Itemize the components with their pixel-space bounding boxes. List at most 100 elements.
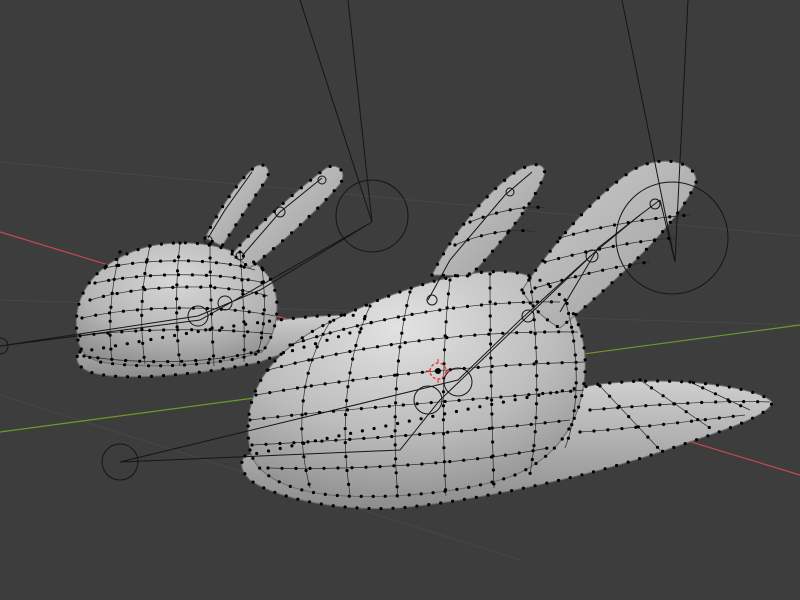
mesh-vertex[interactable] — [268, 356, 272, 360]
mesh-vertex[interactable] — [242, 176, 246, 180]
mesh-vertex[interactable] — [466, 238, 470, 242]
mesh-vertex[interactable] — [249, 351, 253, 355]
mesh-vertex[interactable] — [579, 213, 584, 217]
mesh-vertex[interactable] — [263, 346, 267, 350]
mesh-vertex[interactable] — [180, 359, 184, 363]
mesh-vertex[interactable] — [227, 195, 231, 199]
mesh-vertex[interactable] — [282, 388, 286, 392]
mesh-vertex[interactable] — [209, 284, 213, 288]
mesh-vertex[interactable] — [279, 364, 284, 369]
mesh-vertex[interactable] — [221, 356, 226, 360]
mesh-vertex[interactable] — [533, 332, 537, 336]
mesh-vertex[interactable] — [549, 391, 553, 395]
mesh-vertex[interactable] — [200, 259, 205, 264]
mesh-vertex[interactable] — [567, 311, 571, 316]
mesh-vertex[interactable] — [113, 344, 118, 348]
mesh-vertex[interactable] — [706, 434, 710, 438]
mesh-vertex[interactable] — [513, 473, 517, 477]
mesh-vertex[interactable] — [489, 370, 493, 374]
mesh-vertex[interactable] — [596, 382, 600, 386]
mesh-vertex[interactable] — [290, 444, 294, 448]
mesh-vertex[interactable] — [395, 494, 399, 498]
mesh-vertex[interactable] — [248, 448, 252, 452]
mesh-vertex[interactable] — [233, 308, 237, 312]
mesh-vertex[interactable] — [322, 466, 326, 470]
mesh-vertex[interactable] — [362, 347, 366, 351]
mesh-vertex[interactable] — [351, 378, 355, 382]
mesh-vertex[interactable] — [129, 289, 133, 293]
mesh-vertex[interactable] — [335, 493, 339, 498]
mesh-vertex[interactable] — [120, 330, 124, 334]
mesh-vertex[interactable] — [246, 278, 250, 282]
mesh-vertex[interactable] — [396, 315, 400, 319]
mesh-vertex[interactable] — [272, 209, 276, 214]
mesh-vertex[interactable] — [362, 436, 366, 440]
mesh-vertex[interactable] — [320, 355, 325, 359]
mesh-vertex[interactable] — [234, 223, 238, 227]
mesh-vertex[interactable] — [642, 261, 646, 265]
mesh-vertex[interactable] — [343, 505, 347, 509]
mesh-vertex[interactable] — [344, 413, 348, 417]
mesh-vertex[interactable] — [506, 231, 510, 235]
mesh-vertex[interactable] — [555, 324, 559, 329]
mesh-vertex[interactable] — [501, 400, 505, 404]
slipper-right-ear-front[interactable] — [521, 160, 697, 329]
mesh-vertex[interactable] — [301, 339, 305, 343]
mesh-vertex[interactable] — [306, 371, 310, 375]
mesh-vertex[interactable] — [256, 321, 260, 325]
mesh-vertex[interactable] — [310, 329, 314, 333]
mesh-vertex[interactable] — [574, 381, 578, 385]
mesh-vertex[interactable] — [563, 231, 568, 235]
mesh-vertex[interactable] — [318, 171, 322, 175]
mesh-vertex[interactable] — [402, 317, 406, 321]
mesh-vertex[interactable] — [517, 451, 521, 455]
mesh-vertex[interactable] — [172, 259, 177, 263]
mesh-vertex[interactable] — [536, 205, 540, 209]
mesh-vertex[interactable] — [739, 387, 743, 391]
mesh-vertex[interactable] — [266, 173, 270, 177]
mesh-vertex[interactable] — [339, 313, 343, 317]
mesh-vertex[interactable] — [134, 329, 138, 333]
mesh-vertex[interactable] — [513, 221, 517, 225]
mesh-vertex[interactable] — [701, 386, 705, 390]
mesh-vertex[interactable] — [750, 416, 755, 420]
mesh-vertex[interactable] — [90, 371, 94, 375]
mesh-vertex[interactable] — [429, 401, 433, 405]
mesh-vertex[interactable] — [707, 425, 711, 430]
mesh-vertex[interactable] — [490, 398, 494, 402]
mesh-vertex[interactable] — [315, 345, 319, 349]
mesh-vertex[interactable] — [527, 202, 531, 206]
mesh-vertex[interactable] — [93, 281, 97, 285]
mesh-vertex[interactable] — [268, 391, 272, 395]
mesh-vertex[interactable] — [273, 288, 277, 292]
mesh-vertex[interactable] — [346, 385, 350, 389]
mesh-vertex[interactable] — [476, 365, 480, 369]
mesh-vertex[interactable] — [273, 490, 277, 494]
mesh-vertex[interactable] — [196, 329, 200, 334]
mesh-vertex[interactable] — [545, 481, 549, 485]
mesh-vertex[interactable] — [530, 290, 534, 294]
mesh-vertex[interactable] — [275, 300, 279, 304]
mesh-vertex[interactable] — [350, 466, 354, 470]
mesh-vertex[interactable] — [620, 380, 624, 384]
mesh-vertex[interactable] — [253, 389, 257, 393]
mesh-vertex[interactable] — [78, 350, 82, 354]
mesh-vertex[interactable] — [714, 400, 718, 404]
mesh-vertex[interactable] — [141, 341, 145, 345]
mesh-vertex[interactable] — [161, 374, 166, 378]
mesh-vertex[interactable] — [471, 397, 475, 401]
mesh-vertex[interactable] — [343, 427, 347, 431]
mesh-vertex[interactable] — [109, 305, 113, 309]
mesh-vertex[interactable] — [680, 380, 684, 384]
mesh-vertex[interactable] — [173, 373, 178, 377]
mesh-vertex[interactable] — [245, 363, 249, 367]
mesh-vertex[interactable] — [727, 385, 731, 389]
mesh-vertex[interactable] — [521, 300, 526, 304]
mesh-vertex[interactable] — [232, 276, 236, 280]
mesh-vertex[interactable] — [186, 259, 191, 263]
mesh-vertex[interactable] — [148, 274, 153, 278]
mesh-vertex[interactable] — [288, 484, 292, 488]
mesh-vertex[interactable] — [494, 186, 498, 191]
mesh-vertex[interactable] — [683, 201, 687, 205]
mesh-vertex[interactable] — [572, 409, 576, 413]
